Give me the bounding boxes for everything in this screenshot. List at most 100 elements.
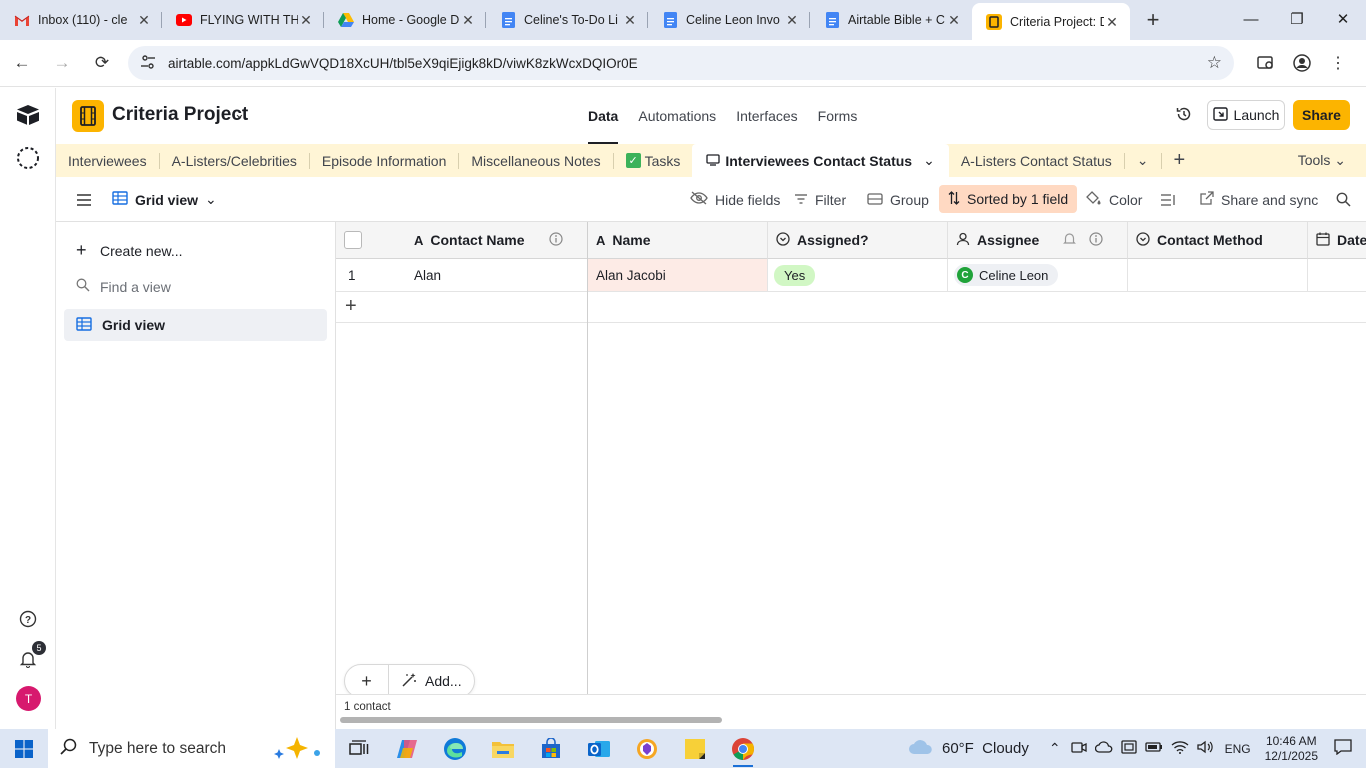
windows-start-icon[interactable] <box>0 729 48 768</box>
share-button[interactable]: Share <box>1293 100 1350 130</box>
airtable-home-icon[interactable] <box>16 103 40 127</box>
color-button[interactable]: Color <box>1086 177 1142 222</box>
chrome-menu-icon[interactable]: ⋮ <box>1320 45 1356 81</box>
sticky-notes-icon[interactable] <box>671 729 719 768</box>
column-header-date[interactable]: Date <box>1308 222 1366 259</box>
close-tab-icon[interactable]: ✕ <box>622 12 638 28</box>
cell-date[interactable] <box>1308 259 1366 292</box>
row-number[interactable]: 1 <box>336 259 406 292</box>
nav-automations[interactable]: Automations <box>638 88 716 144</box>
maximize-icon[interactable]: ❐ <box>1274 0 1320 38</box>
new-tab-button[interactable]: + <box>1138 5 1168 35</box>
sort-button[interactable]: Sorted by 1 field <box>939 185 1078 213</box>
nav-forms[interactable]: Forms <box>818 88 858 144</box>
group-button[interactable]: Group <box>867 177 929 222</box>
table-tab-a-listers-contact-status[interactable]: A-Listers Contact Status <box>949 144 1124 177</box>
show-hidden-icons-chevron[interactable]: ⌃ <box>1049 740 1061 757</box>
browser-tab[interactable]: Celine's To-Do Li ✕ <box>486 3 648 37</box>
create-new-view[interactable]: + Create new... <box>76 240 183 261</box>
info-icon[interactable] <box>1089 231 1103 249</box>
notifications-bell-icon[interactable]: 5 <box>16 641 46 671</box>
browser-tab[interactable]: Inbox (110) - cle ✕ <box>0 3 162 37</box>
share-and-sync-button[interactable]: Share and sync <box>1200 177 1318 222</box>
back-icon[interactable]: ← <box>4 45 40 81</box>
info-icon[interactable] <box>549 231 563 249</box>
file-explorer-icon[interactable] <box>479 729 527 768</box>
close-tab-icon[interactable]: ✕ <box>784 12 800 28</box>
vpn-shield-icon[interactable] <box>623 729 671 768</box>
site-info-icon[interactable] <box>140 54 156 73</box>
profile-icon[interactable] <box>1284 45 1320 81</box>
table-tab-interviewees[interactable]: Interviewees <box>56 144 159 177</box>
browser-tab[interactable]: FLYING WITH TH ✕ <box>162 3 324 37</box>
table-tab-tasks[interactable]: ✓ Tasks <box>614 144 693 177</box>
language-indicator[interactable]: ENG <box>1225 742 1251 756</box>
close-tab-icon[interactable]: ✕ <box>1104 14 1120 30</box>
find-view-input[interactable]: Find a view <box>76 278 171 295</box>
taskbar-search[interactable]: Type here to search <box>48 729 335 768</box>
column-header-contact-method[interactable]: Contact Method <box>1128 222 1308 259</box>
close-tab-icon[interactable]: ✕ <box>946 12 962 28</box>
hide-fields-button[interactable]: Hide fields <box>690 177 780 222</box>
add-record-button[interactable]: + <box>345 664 389 698</box>
add-with-ai-button[interactable]: Add... <box>389 672 462 691</box>
nav-interfaces[interactable]: Interfaces <box>736 88 797 144</box>
cell-contact-method[interactable] <box>1128 259 1308 292</box>
task-view-icon[interactable] <box>335 729 383 768</box>
forward-icon[interactable]: → <box>44 45 80 81</box>
meet-now-icon[interactable] <box>1070 740 1087 757</box>
onedrive-cloud-icon[interactable] <box>1094 741 1113 756</box>
volume-icon[interactable] <box>1196 740 1213 757</box>
reload-icon[interactable]: ⟳ <box>84 45 120 81</box>
browser-tab[interactable]: Celine Leon Invo ✕ <box>648 3 810 37</box>
column-header-name[interactable]: A Name <box>588 222 768 259</box>
cloud-weather-icon[interactable] <box>908 739 934 758</box>
film-strip-icon[interactable] <box>72 100 104 132</box>
table-tab-miscellaneous-notes[interactable]: Miscellaneous Notes <box>459 144 612 177</box>
chrome-icon[interactable] <box>719 729 767 768</box>
chevron-down-icon[interactable]: ⌄ <box>234 106 245 122</box>
add-record-row[interactable]: + <box>336 292 1366 323</box>
cell-name[interactable]: Alan Jacobi <box>588 259 768 292</box>
add-table-icon[interactable]: + <box>1162 144 1198 177</box>
user-avatar[interactable]: T <box>16 686 41 711</box>
tools-menu[interactable]: Tools ⌄ <box>1298 152 1346 169</box>
table-tab-a-listers[interactable]: A-Listers/Celebrities <box>160 144 309 177</box>
cell-assigned[interactable]: Yes <box>768 259 948 292</box>
minimize-icon[interactable]: — <box>1228 0 1274 38</box>
bell-icon[interactable] <box>1063 232 1076 249</box>
weather-text[interactable]: 60°F Cloudy <box>942 740 1029 757</box>
tab-search-icon[interactable] <box>1248 45 1284 81</box>
browser-tab[interactable]: Airtable Bible + C ✕ <box>810 3 972 37</box>
notification-center-icon[interactable] <box>1334 739 1352 758</box>
screen-capture-icon[interactable] <box>1120 740 1137 757</box>
bookmark-star-icon[interactable]: ☆ <box>1207 53 1222 73</box>
close-tab-icon[interactable]: ✕ <box>460 12 476 28</box>
nav-data[interactable]: Data <box>588 88 619 144</box>
address-bar[interactable]: airtable.com/appkLdGwVQD18XcUH/tbl5eX9qi… <box>128 46 1234 80</box>
microsoft-store-icon[interactable] <box>527 729 575 768</box>
close-tab-icon[interactable]: ✕ <box>298 12 314 28</box>
table-tab-episode-information[interactable]: Episode Information <box>310 144 459 177</box>
clock[interactable]: 10:46 AM 12/1/2025 <box>1265 734 1318 764</box>
column-header-assignee[interactable]: Assignee <box>948 222 1128 259</box>
select-all-checkbox[interactable] <box>344 231 362 249</box>
edge-icon[interactable] <box>431 729 479 768</box>
wifi-icon[interactable] <box>1171 740 1189 757</box>
close-tab-icon[interactable]: ✕ <box>136 12 152 28</box>
column-header-assigned[interactable]: Assigned? <box>768 222 948 259</box>
row-height-icon[interactable] <box>1160 177 1176 222</box>
view-switcher[interactable]: Grid view ⌄ <box>112 177 217 222</box>
browser-tab[interactable]: Home - Google D ✕ <box>324 3 486 37</box>
sidebar-toggle-icon[interactable] <box>76 177 92 222</box>
copilot-icon[interactable] <box>383 729 431 768</box>
view-item-grid-view[interactable]: Grid view <box>64 309 327 341</box>
history-icon[interactable] <box>1176 106 1192 127</box>
base-name[interactable]: Criteria Project <box>112 104 248 126</box>
horizontal-scrollbar[interactable] <box>340 717 722 723</box>
column-header-contact-name[interactable]: A Contact Name <box>406 222 588 259</box>
search-icon[interactable] <box>1336 177 1351 222</box>
cell-contact-name[interactable]: Alan <box>406 259 588 292</box>
all-tables-chevron-icon[interactable]: ⌄ <box>1125 144 1161 177</box>
cell-assignee[interactable]: C Celine Leon <box>948 259 1128 292</box>
